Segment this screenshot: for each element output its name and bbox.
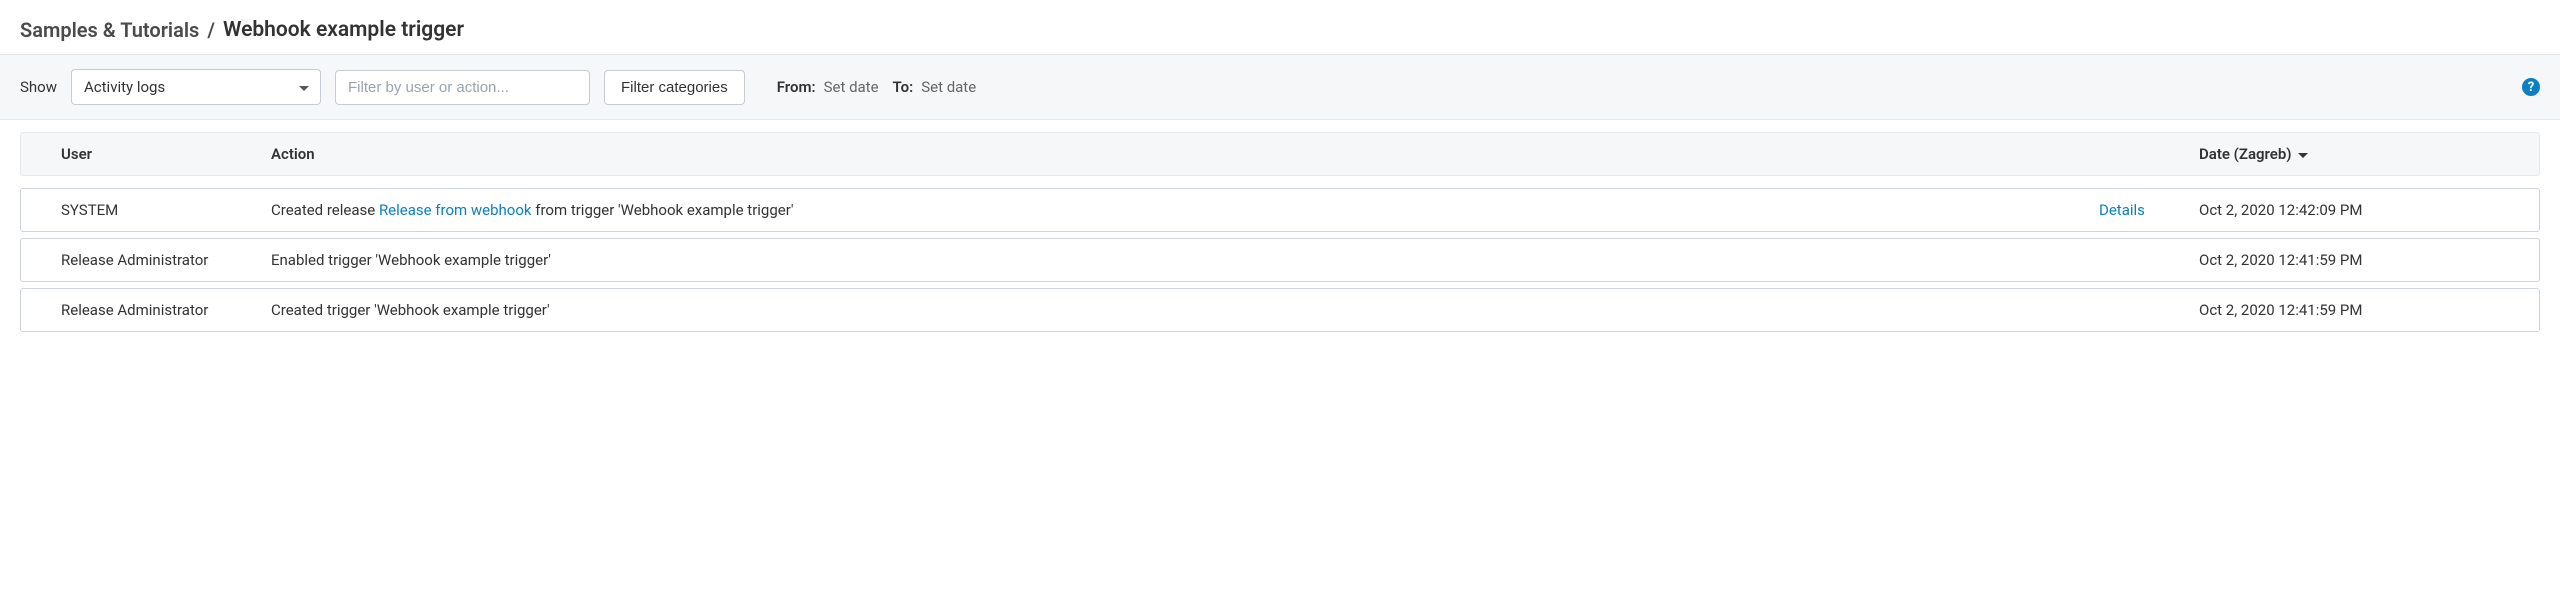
row-user: Release Administrator [21,251,271,269]
header-date-label: Date (Zagreb) [2199,145,2292,163]
show-label: Show [20,78,57,96]
row-date: Oct 2, 2020 12:42:09 PM [2179,201,2539,219]
filter-categories-button[interactable]: Filter categories [604,70,745,105]
from-date[interactable]: Set date [824,78,879,96]
breadcrumb-current: Webhook example trigger [223,18,464,42]
show-select[interactable]: Activity logs [71,69,321,105]
header-action: Action [271,145,2099,163]
breadcrumb: Samples & Tutorials / Webhook example tr… [0,0,2560,54]
table-row: Release Administrator Created trigger 'W… [20,288,2540,332]
filter-bar: Show Activity logs Filter categories Fro… [0,54,2560,120]
row-user: Release Administrator [21,301,271,319]
show-select-value: Activity logs [84,78,165,96]
row-action: Created release Release from webhook fro… [271,201,2099,219]
row-user: SYSTEM [21,201,271,219]
from-label: From: [777,78,816,96]
table-row: Release Administrator Enabled trigger 'W… [20,238,2540,282]
row-date: Oct 2, 2020 12:41:59 PM [2179,251,2539,269]
header-user: User [21,145,271,163]
breadcrumb-parent[interactable]: Samples & Tutorials [20,18,199,42]
release-link[interactable]: Release from webhook [379,201,532,219]
row-date: Oct 2, 2020 12:41:59 PM [2179,301,2539,319]
sort-desc-icon [2298,145,2308,163]
activity-table: User Action Date (Zagreb) SYSTEM Created… [0,120,2560,350]
details-link[interactable]: Details [2099,201,2145,219]
filter-input[interactable] [335,70,590,105]
help-icon[interactable]: ? [2522,78,2540,96]
to-label: To: [893,78,914,96]
table-header: User Action Date (Zagreb) [20,132,2540,176]
breadcrumb-separator: / [207,18,215,42]
header-date[interactable]: Date (Zagreb) [2199,145,2539,163]
row-action: Created trigger 'Webhook example trigger… [271,301,2099,319]
row-action: Enabled trigger 'Webhook example trigger… [271,251,2099,269]
table-row: SYSTEM Created release Release from webh… [20,188,2540,232]
to-date[interactable]: Set date [921,78,976,96]
